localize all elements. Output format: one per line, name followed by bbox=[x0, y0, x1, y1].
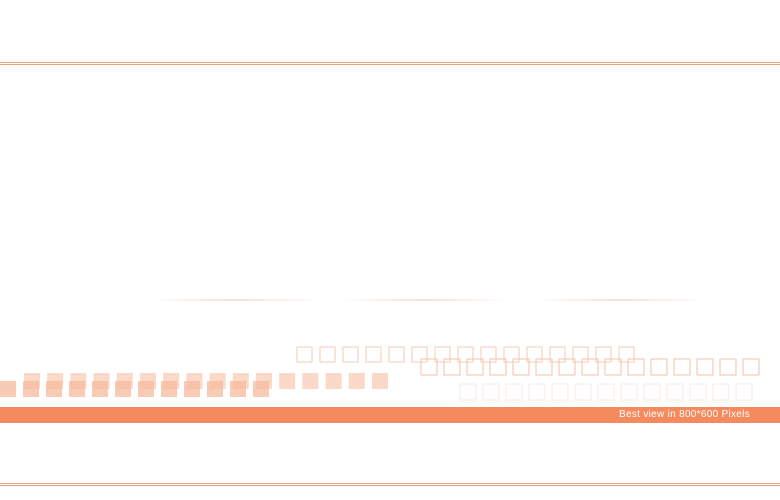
outlined-square bbox=[505, 383, 523, 401]
outlined-squares-lower-row bbox=[459, 383, 753, 401]
outlined-square bbox=[388, 346, 405, 363]
filled-square bbox=[69, 381, 85, 397]
outlined-square bbox=[719, 358, 737, 376]
filled-square bbox=[302, 373, 319, 389]
faint-divider-center bbox=[342, 299, 507, 301]
footer-bar: Best view in 800*600 Pixels bbox=[0, 407, 780, 423]
outlined-square bbox=[650, 358, 668, 376]
filled-square bbox=[115, 381, 131, 397]
outlined-square bbox=[551, 383, 569, 401]
outlined-square bbox=[459, 383, 477, 401]
faint-divider-right bbox=[535, 299, 705, 301]
bottom-divider-line bbox=[0, 483, 780, 486]
filled-square bbox=[279, 373, 296, 389]
outlined-square bbox=[673, 358, 691, 376]
outlined-square bbox=[696, 358, 714, 376]
outlined-squares-upper-row bbox=[296, 346, 635, 363]
filled-square bbox=[230, 381, 246, 397]
filled-square bbox=[372, 373, 388, 389]
filled-squares-front-row bbox=[0, 381, 269, 397]
outlined-square bbox=[742, 358, 760, 376]
filled-square bbox=[46, 381, 62, 397]
splash-page: Best view in 800*600 Pixels bbox=[0, 0, 780, 500]
outlined-square bbox=[666, 383, 684, 401]
outlined-square bbox=[296, 346, 313, 363]
best-view-notice: Best view in 800*600 Pixels bbox=[619, 409, 750, 420]
outlined-square bbox=[411, 346, 428, 363]
faint-divider-left bbox=[150, 299, 320, 301]
outlined-square bbox=[365, 346, 382, 363]
outlined-square bbox=[482, 383, 500, 401]
filled-square bbox=[348, 373, 365, 389]
filled-square bbox=[253, 381, 269, 397]
outlined-square bbox=[597, 383, 615, 401]
filled-square bbox=[138, 381, 154, 397]
outlined-square bbox=[620, 383, 638, 401]
outlined-square bbox=[643, 383, 661, 401]
decorative-squares-pattern bbox=[0, 346, 760, 401]
outlined-square bbox=[712, 383, 730, 401]
filled-square bbox=[207, 381, 223, 397]
filled-square bbox=[184, 381, 200, 397]
outlined-square bbox=[342, 346, 359, 363]
filled-square bbox=[92, 381, 108, 397]
outlined-square bbox=[735, 383, 753, 401]
outlined-squares-middle-row bbox=[420, 358, 760, 376]
filled-square bbox=[23, 381, 39, 397]
top-divider-line bbox=[0, 62, 780, 65]
outlined-square bbox=[319, 346, 336, 363]
outlined-square bbox=[689, 383, 707, 401]
filled-square bbox=[161, 381, 177, 397]
filled-square bbox=[0, 381, 16, 397]
outlined-square bbox=[627, 358, 645, 376]
filled-square bbox=[325, 373, 342, 389]
outlined-square bbox=[528, 383, 546, 401]
outlined-square bbox=[574, 383, 592, 401]
